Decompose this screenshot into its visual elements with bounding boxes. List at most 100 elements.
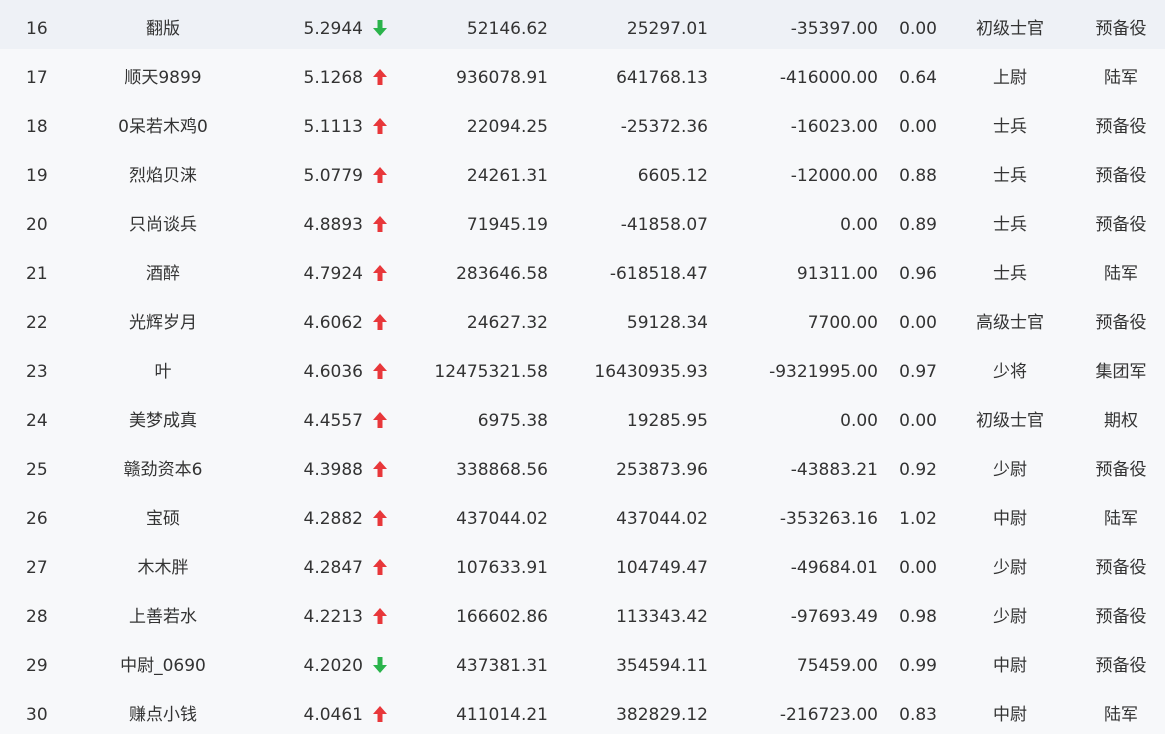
ratio-cell: 0.00 bbox=[899, 117, 937, 137]
rank-cell: 28 bbox=[26, 607, 48, 627]
title-cell: 少尉 bbox=[993, 460, 1027, 480]
category-cell: 预备役 bbox=[1095, 215, 1147, 235]
arrow-up-icon bbox=[372, 607, 388, 625]
value3-cell: -216723.00 bbox=[779, 705, 878, 725]
arrow-down-icon bbox=[372, 656, 388, 674]
title-cell: 士兵 bbox=[993, 117, 1027, 137]
arrow-up-icon bbox=[372, 117, 388, 135]
title-cell: 士兵 bbox=[993, 166, 1027, 186]
table-row[interactable]: 29 中尉_0690 4.2020 437381.31 354594.11 75459.0… bbox=[0, 637, 1165, 686]
value1-cell: 283646.58 bbox=[456, 264, 548, 284]
name-cell: 顺天9899 bbox=[124, 68, 202, 88]
table-row[interactable]: 20 只尚谈兵 4.8893 71945.19 -41858.07 0.00 0.89 士兵 预… bbox=[0, 196, 1165, 245]
value1-cell: 22094.25 bbox=[466, 117, 548, 137]
category-cell: 预备役 bbox=[1095, 117, 1147, 137]
arrow-up-icon bbox=[372, 411, 388, 429]
category-cell: 预备役 bbox=[1095, 558, 1147, 578]
value1-cell: 437381.31 bbox=[456, 656, 548, 676]
name-cell: 翻版 bbox=[146, 19, 180, 39]
value2-cell: 25297.01 bbox=[626, 19, 708, 39]
rank-cell: 21 bbox=[26, 264, 48, 284]
value3-cell: 91311.00 bbox=[796, 264, 878, 284]
table-row[interactable]: 18 0呆若木鸡0 5.1113 22094.25 -25372.36 -16023.00… bbox=[0, 98, 1165, 147]
arrow-up-icon bbox=[372, 460, 388, 478]
title-cell: 中尉 bbox=[993, 509, 1027, 529]
value2-cell: 16430935.93 bbox=[594, 362, 708, 382]
score-cell: 4.6036 bbox=[303, 362, 363, 382]
table-row[interactable]: 28 上善若水 4.2213 166602.86 113343.42 -97693.49 0… bbox=[0, 588, 1165, 637]
table-row[interactable]: 27 木木胖 4.2847 107633.91 104749.47 -49684.01 0.… bbox=[0, 539, 1165, 588]
name-cell: 木木胖 bbox=[137, 558, 189, 578]
arrow-up-icon bbox=[372, 264, 388, 282]
value3-cell: -12000.00 bbox=[790, 166, 878, 186]
rank-cell: 27 bbox=[26, 558, 48, 578]
arrow-up-icon bbox=[372, 509, 388, 527]
table-row[interactable]: 30 赚点小钱 4.0461 411014.21 382829.12 -216723.00… bbox=[0, 686, 1165, 734]
category-cell: 陆军 bbox=[1104, 68, 1138, 88]
value1-cell: 6975.38 bbox=[477, 411, 548, 431]
table-row[interactable]: 17 顺天9899 5.1268 936078.91 641768.13 -416000.… bbox=[0, 49, 1165, 98]
arrow-up-icon bbox=[372, 313, 388, 331]
title-cell: 高级士官 bbox=[976, 313, 1044, 333]
name-cell: 0呆若木鸡0 bbox=[118, 117, 208, 137]
value1-cell: 24627.32 bbox=[466, 313, 548, 333]
value2-cell: 253873.96 bbox=[616, 460, 708, 480]
ratio-cell: 0.99 bbox=[899, 656, 937, 676]
rank-cell: 30 bbox=[26, 705, 48, 725]
table-row[interactable]: 21 酒醉 4.7924 283646.58 -618518.47 91311.00 0.9… bbox=[0, 245, 1165, 294]
score-cell: 4.2020 bbox=[303, 656, 363, 676]
ratio-cell: 0.00 bbox=[899, 313, 937, 333]
ratio-cell: 0.89 bbox=[899, 215, 937, 235]
value2-cell: 382829.12 bbox=[616, 705, 708, 725]
rank-cell: 19 bbox=[26, 166, 48, 186]
score-cell: 4.7924 bbox=[303, 264, 363, 284]
title-cell: 中尉 bbox=[993, 705, 1027, 725]
category-cell: 预备役 bbox=[1095, 656, 1147, 676]
title-cell: 上尉 bbox=[993, 68, 1027, 88]
value3-cell: -49684.01 bbox=[790, 558, 878, 578]
category-cell: 预备役 bbox=[1095, 313, 1147, 333]
score-cell: 4.4557 bbox=[303, 411, 363, 431]
score-cell: 4.6062 bbox=[303, 313, 363, 333]
ratio-cell: 1.02 bbox=[899, 509, 937, 529]
value2-cell: -618518.47 bbox=[609, 264, 708, 284]
score-cell: 4.8893 bbox=[303, 215, 363, 235]
rank-cell: 23 bbox=[26, 362, 48, 382]
table-row[interactable]: 26 宝硕 4.2882 437044.02 437044.02 -353263.16 1.… bbox=[0, 490, 1165, 539]
value3-cell: 0.00 bbox=[840, 411, 878, 431]
table-row[interactable]: 24 美梦成真 4.4557 6975.38 19285.95 0.00 0.00 初级士官 期… bbox=[0, 392, 1165, 441]
category-cell: 集团军 bbox=[1095, 362, 1147, 382]
value3-cell: 7700.00 bbox=[807, 313, 878, 333]
value2-cell: 59128.34 bbox=[626, 313, 708, 333]
title-cell: 少尉 bbox=[993, 607, 1027, 627]
arrow-down-icon bbox=[372, 19, 388, 37]
ratio-cell: 0.92 bbox=[899, 460, 937, 480]
value3-cell: 0.00 bbox=[840, 215, 878, 235]
ratio-cell: 0.98 bbox=[899, 607, 937, 627]
title-cell: 士兵 bbox=[993, 264, 1027, 284]
value3-cell: -43883.21 bbox=[790, 460, 878, 480]
category-cell: 预备役 bbox=[1095, 460, 1147, 480]
ratio-cell: 0.00 bbox=[899, 19, 937, 39]
value2-cell: 113343.42 bbox=[616, 607, 708, 627]
value3-cell: -16023.00 bbox=[790, 117, 878, 137]
rank-cell: 20 bbox=[26, 215, 48, 235]
table-row[interactable]: 22 光辉岁月 4.6062 24627.32 59128.34 7700.00 0.00 高… bbox=[0, 294, 1165, 343]
table-row[interactable]: 16 翻版 5.2944 52146.62 25297.01 -35397.00 0.00 初… bbox=[0, 0, 1165, 49]
score-cell: 5.0779 bbox=[303, 166, 363, 186]
value2-cell: 354594.11 bbox=[616, 656, 708, 676]
table-row[interactable]: 23 叶 4.6036 12475321.58 16430935.93 -9321995.… bbox=[0, 343, 1165, 392]
value2-cell: 104749.47 bbox=[616, 558, 708, 578]
table-row[interactable]: 25 赣劲资本6 4.3988 338868.56 253873.96 -43883.21… bbox=[0, 441, 1165, 490]
score-cell: 4.3988 bbox=[303, 460, 363, 480]
title-cell: 士兵 bbox=[993, 215, 1027, 235]
score-cell: 5.1268 bbox=[303, 68, 363, 88]
value1-cell: 437044.02 bbox=[456, 509, 548, 529]
score-cell: 5.1113 bbox=[303, 117, 363, 137]
category-cell: 陆军 bbox=[1104, 705, 1138, 725]
category-cell: 陆军 bbox=[1104, 509, 1138, 529]
category-cell: 陆军 bbox=[1104, 264, 1138, 284]
value3-cell: -35397.00 bbox=[790, 19, 878, 39]
table-row[interactable]: 19 烈焰贝涞 5.0779 24261.31 6605.12 -12000.00 0.88… bbox=[0, 147, 1165, 196]
value2-cell: 6605.12 bbox=[637, 166, 708, 186]
